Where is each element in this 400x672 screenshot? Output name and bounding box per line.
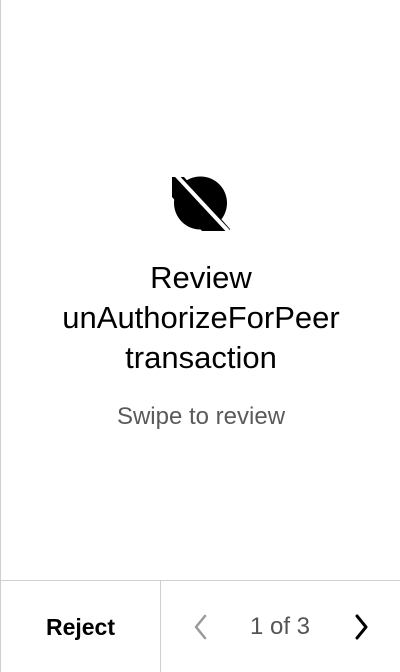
chevron-left-icon: [194, 614, 207, 640]
page-indicator: 1 of 3: [249, 613, 311, 640]
next-page-button[interactable]: [343, 609, 379, 645]
chevron-right-icon: [355, 614, 368, 640]
transaction-review-screen: Review unAuthorizeForPeer transaction Sw…: [0, 0, 400, 672]
review-title-line-1: Review: [150, 260, 252, 295]
review-title: Review unAuthorizeForPeer transaction: [1, 258, 400, 378]
review-title-line-3: transaction: [125, 340, 277, 375]
ontology-logo-icon: [172, 173, 232, 235]
footer-bar: Reject 1 of 3: [1, 580, 400, 672]
previous-page-button[interactable]: [183, 609, 219, 645]
reject-button[interactable]: Reject: [1, 581, 161, 672]
swipe-hint: Swipe to review: [116, 403, 286, 430]
review-title-line-2: unAuthorizeForPeer: [62, 300, 340, 335]
pager: 1 of 3: [161, 581, 400, 672]
